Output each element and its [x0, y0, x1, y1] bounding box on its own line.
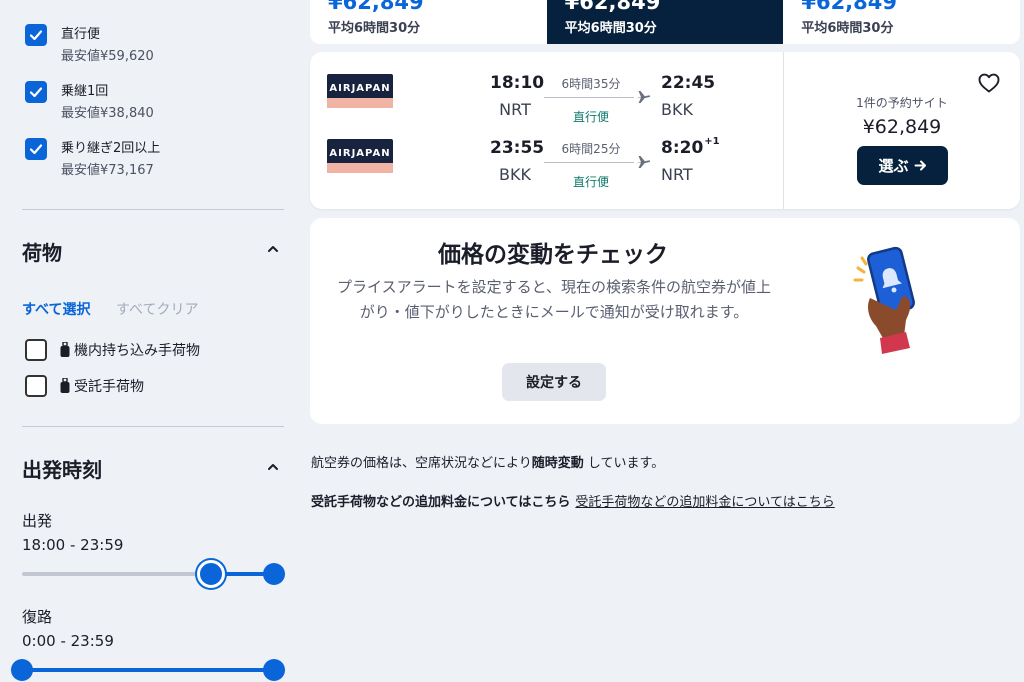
stop-min-price: 最安値¥38,840: [61, 106, 154, 121]
price-change-note: 航空券の価格は、空席状況などにより随時変動 しています。: [311, 452, 664, 471]
arrival-airport: NRT: [661, 165, 693, 184]
tab-price: ¥62,849: [564, 0, 661, 14]
price-alert-title: 価格の変動をチェック: [438, 242, 668, 268]
checkbox-unchecked[interactable]: [25, 375, 47, 397]
heart-icon[interactable]: [978, 73, 1000, 93]
stop-min-price: 最安値¥73,167: [61, 163, 154, 178]
stops-badge: 直行便: [572, 175, 609, 189]
airline-logo: AIRJAPAN: [327, 139, 393, 173]
select-button-label: 選ぶ: [878, 157, 909, 175]
clear-all-link[interactable]: すべてクリア: [116, 299, 198, 319]
baggage-option-checked[interactable]: 受託手荷物: [25, 375, 144, 397]
departure-time: 18:10: [490, 73, 545, 93]
airplane-icon: [636, 156, 651, 168]
tab-price: ¥62,849: [801, 0, 897, 14]
stop-filter-one-stop[interactable]: 乗継1回 最安値¥38,840: [25, 81, 154, 123]
extra-fees-link[interactable]: 受託手荷物などの追加料金についてはこちら: [575, 495, 834, 510]
slider-end-handle[interactable]: [263, 563, 285, 585]
flight-line: [544, 97, 634, 98]
chevron-up-icon[interactable]: [266, 242, 280, 256]
note-emphasis: 随時変動: [531, 456, 584, 471]
checked-bag-icon: [60, 378, 70, 393]
slider-end-handle[interactable]: [263, 659, 285, 681]
flight-duration: 6時間35分: [561, 77, 621, 91]
departure-airport: BKK: [499, 165, 531, 184]
divider: [22, 426, 284, 427]
check-icon: [29, 30, 43, 41]
chevron-up-icon[interactable]: [266, 460, 280, 474]
price-alert-card: 価格の変動をチェック プライスアラートを設定すると、現在の検索条件の航空券が値上…: [310, 218, 1020, 424]
select-button[interactable]: 選ぶ: [857, 146, 948, 185]
baggage-option-label: 機内持ち込み手荷物: [74, 343, 200, 359]
extra-fees-label: 受託手荷物などの追加料金についてはこちら: [311, 495, 571, 510]
flight-line: [544, 162, 634, 163]
return-slider-label: 復路: [22, 608, 53, 626]
flight-duration: 6時間25分: [561, 142, 621, 156]
slider-fill: [22, 668, 274, 672]
outbound-leg: AIRJAPAN 18:10 NRT 6時間35分 直行便 22:45 BKK: [310, 52, 783, 124]
slider-start-handle[interactable]: [11, 659, 33, 681]
carry-on-bag-icon: [60, 342, 70, 357]
stop-label: 乗り継ぎ2回以上: [61, 141, 161, 156]
checkbox-checked[interactable]: [25, 24, 47, 46]
note-suffix: しています。: [587, 456, 665, 471]
filter-sidebar: 直行便 最安値¥59,620 乗継1回 最安値¥38,840 乗り継ぎ2回以上 …: [0, 0, 300, 682]
baggage-option-label: 受託手荷物: [74, 379, 144, 395]
price-alert-description: プライスアラートを設定すると、現在の検索条件の航空券が値上がり・値下がりしたとき…: [337, 278, 771, 321]
extra-fees-note: 受託手荷物などの追加料金についてはこちら 受託手荷物などの追加料金についてはこちら: [311, 491, 835, 510]
divider: [22, 209, 284, 210]
tab-avg-duration: 平均6時間30分: [801, 21, 894, 36]
stop-filter-nonstop[interactable]: 直行便 最安値¥59,620: [25, 24, 154, 66]
result-price: ¥62,849: [862, 116, 942, 138]
outbound-slider-label: 出発: [22, 512, 53, 530]
phone-notification-illustration: [853, 246, 915, 354]
stop-min-price: 最安値¥59,620: [61, 49, 154, 64]
airline-logo-text: AIRJAPAN: [329, 83, 391, 94]
airplane-icon: [636, 91, 651, 103]
departure-time: 23:55: [490, 138, 545, 158]
stop-label: 乗継1回: [61, 84, 109, 99]
sort-tab-cheapest[interactable]: ¥62,849 平均6時間30分: [310, 0, 547, 44]
airline-logo-text: AIRJAPAN: [329, 148, 391, 159]
tab-price: ¥62,849: [328, 0, 424, 14]
arrival-time-value: 8:20: [661, 138, 704, 158]
arrow-right-icon: [914, 160, 926, 171]
check-icon: [29, 87, 43, 98]
flight-result-card[interactable]: AIRJAPAN 18:10 NRT 6時間35分 直行便 22:45 BKK …: [310, 52, 1020, 209]
note-prefix: 航空券の価格は、空席状況などにより: [311, 456, 532, 471]
arrival-time: 22:45: [661, 73, 716, 93]
checkbox-checked[interactable]: [25, 81, 47, 103]
sort-tab-best[interactable]: ¥62,849 平均6時間30分: [546, 0, 784, 44]
return-leg: AIRJAPAN 23:55 BKK 6時間25分 直行便 8:20+1 NRT: [310, 117, 783, 189]
tab-avg-duration: 平均6時間30分: [328, 21, 421, 36]
checkbox-unchecked[interactable]: [25, 339, 47, 361]
day-offset: +1: [704, 136, 720, 147]
stop-label: 直行便: [61, 27, 101, 42]
outbound-time-range: 18:00 - 23:59: [22, 536, 124, 554]
booking-sites-count: 1件の予約サイト: [856, 96, 948, 110]
checkbox-checked[interactable]: [25, 138, 47, 160]
return-time-slider[interactable]: [11, 659, 285, 681]
tab-avg-duration: 平均6時間30分: [564, 21, 657, 36]
set-alert-button[interactable]: 設定する: [502, 363, 606, 401]
arrival-time: 8:20+1: [661, 136, 720, 158]
stop-filter-two-plus[interactable]: 乗り継ぎ2回以上 最安値¥73,167: [25, 138, 160, 180]
sort-tab-fastest[interactable]: ¥62,849 平均6時間30分: [783, 0, 1021, 44]
select-all-link[interactable]: すべて選択: [22, 299, 90, 319]
check-icon: [29, 144, 43, 155]
return-time-range: 0:00 - 23:59: [22, 632, 114, 650]
times-section-title[interactable]: 出発時刻: [22, 454, 102, 483]
airline-logo: AIRJAPAN: [327, 74, 393, 108]
baggage-option-carry-on[interactable]: 機内持ち込み手荷物: [25, 339, 200, 361]
arrival-time-value: 22:45: [661, 73, 716, 93]
sort-tabs: ¥62,849 平均6時間30分 ¥62,849 平均6時間30分 ¥62,84…: [310, 0, 1021, 44]
outbound-time-slider[interactable]: [22, 560, 285, 588]
baggage-section-title[interactable]: 荷物: [22, 237, 62, 266]
slider-start-handle[interactable]: [197, 560, 225, 588]
